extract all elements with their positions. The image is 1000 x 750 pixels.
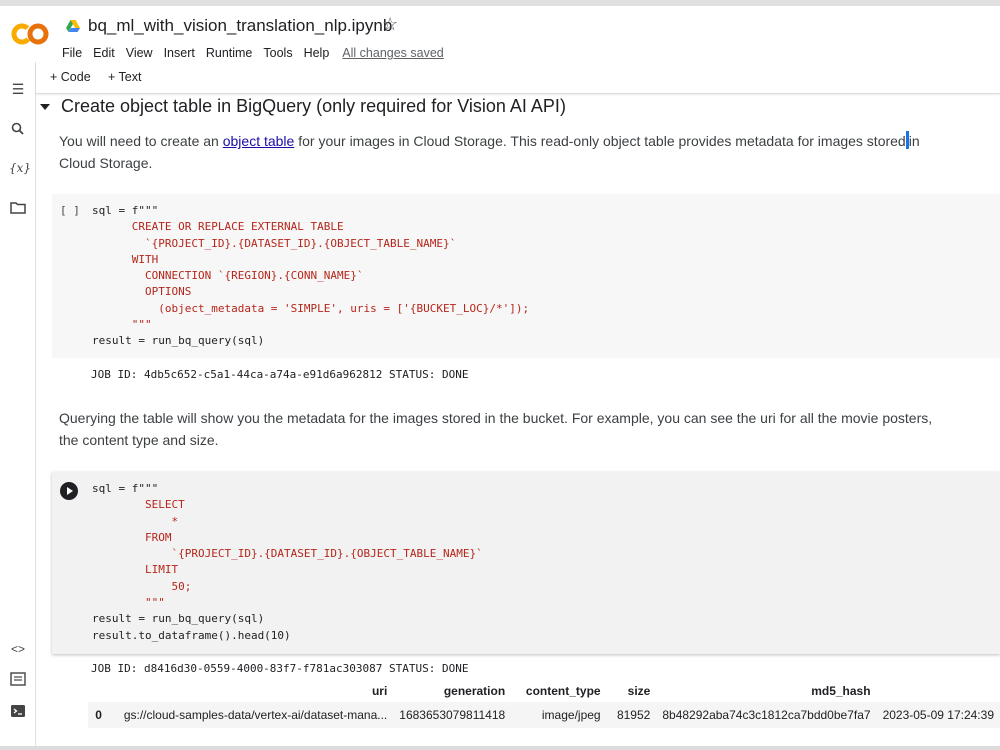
- google-drive-icon[interactable]: [66, 20, 80, 32]
- command-palette-icon[interactable]: [9, 670, 27, 688]
- table-cell: gs://cloud-samples-data/vertex-ai/datase…: [107, 702, 394, 728]
- code-line: 50;: [92, 579, 192, 593]
- text-segment: Cloud Storage.: [59, 155, 153, 171]
- text-segment: You will need to create an: [59, 133, 223, 149]
- table-header-row: uri generation content_type size md5_has…: [88, 680, 1000, 702]
- add-text-button[interactable]: + Text: [108, 70, 141, 84]
- cell-execution-status[interactable]: [ ]: [60, 204, 80, 217]
- code-snippets-icon[interactable]: <>: [9, 640, 27, 658]
- table-of-contents-icon[interactable]: ☰: [9, 80, 27, 98]
- code-line: CONNECTION `{REGION}.{CONN_NAME}`: [92, 269, 364, 283]
- table-header: content_type: [525, 684, 601, 698]
- menu-help[interactable]: Help: [304, 46, 330, 60]
- code-line: `{PROJECT_ID}.{DATASET_ID}.{OBJECT_TABLE…: [92, 547, 483, 561]
- code-line: LIMIT: [92, 563, 179, 577]
- code-editor[interactable]: sql = f""" CREATE OR REPLACE EXTERNAL TA…: [92, 203, 529, 350]
- menu-bar: File Edit View Insert Runtime Tools Help…: [62, 46, 455, 60]
- code-cell-select[interactable]: sql = f""" SELECT * FROM `{PROJECT_ID}.{…: [52, 472, 1000, 654]
- search-icon[interactable]: [9, 120, 27, 138]
- code-cell-create-table[interactable]: [ ] sql = f""" CREATE OR REPLACE EXTERNA…: [52, 194, 1000, 358]
- code-line: `{PROJECT_ID}.{DATASET_ID}.{OBJECT_TABLE…: [92, 236, 457, 250]
- text-cell-object-table[interactable]: You will need to create an object table …: [59, 130, 939, 174]
- collapse-caret-icon[interactable]: [40, 103, 50, 110]
- table-cell: image/jpeg: [511, 702, 607, 728]
- table-header: uri: [371, 684, 388, 698]
- text-cell-querying[interactable]: Querying the table will show you the met…: [59, 407, 959, 451]
- code-line: SELECT: [92, 498, 185, 512]
- dataframe-table: uri generation content_type size md5_has…: [88, 680, 1000, 728]
- table-header: md5_hash: [811, 684, 871, 698]
- cell-output: JOB ID: 4db5c652-c5a1-44ca-a74a-e91d6a96…: [91, 368, 469, 381]
- run-cell-button[interactable]: [60, 482, 78, 500]
- menu-view[interactable]: View: [126, 46, 153, 60]
- menu-insert[interactable]: Insert: [164, 46, 195, 60]
- code-line: result = run_bq_query(sql): [92, 334, 265, 348]
- table-row: 0 gs://cloud-samples-data/vertex-ai/data…: [88, 702, 1000, 728]
- code-line: """: [92, 596, 165, 610]
- code-line: """: [92, 318, 152, 332]
- table-header: generation: [443, 684, 506, 698]
- table-cell: 1683653079811418: [393, 702, 512, 728]
- table-header: size: [627, 684, 651, 698]
- menu-file[interactable]: File: [62, 46, 82, 60]
- code-line: *: [92, 514, 179, 528]
- text-segment: for your images in Cloud Storage. This r…: [294, 133, 906, 149]
- code-line: CREATE OR REPLACE EXTERNAL TABLE: [92, 220, 344, 234]
- code-line: OPTIONS: [92, 285, 192, 299]
- table-cell: 2023-05-09 17:24:39: [876, 702, 1000, 728]
- star-icon[interactable]: ☆: [382, 14, 398, 35]
- section-title: Create object table in BigQuery (only re…: [61, 96, 566, 116]
- variables-icon[interactable]: {x}: [9, 159, 31, 177]
- code-line: (object_metadata = 'SIMPLE', uris = ['{B…: [92, 301, 530, 315]
- code-line: sql = f""": [92, 482, 159, 495]
- code-editor[interactable]: sql = f""" SELECT * FROM `{PROJECT_ID}.{…: [92, 481, 483, 644]
- notebook-title[interactable]: bq_ml_with_vision_translation_nlp.ipynb: [88, 16, 392, 36]
- code-line: sql = f""": [92, 204, 159, 217]
- files-icon[interactable]: [9, 199, 27, 217]
- table-header: [88, 680, 108, 702]
- table-cell: 8b48292aba74c3c1812ca7bdd0be7fa7: [656, 702, 877, 728]
- cell-output: JOB ID: d8416d30-0559-4000-83f7-f781ac30…: [91, 662, 469, 675]
- add-code-button[interactable]: + Code: [50, 70, 91, 84]
- left-sidebar: ☰ {x} <>: [0, 62, 36, 750]
- object-table-link[interactable]: object table: [223, 133, 295, 149]
- text-segment: in: [908, 133, 920, 149]
- section-header[interactable]: Create object table in BigQuery (only re…: [38, 96, 566, 117]
- table-header: [877, 680, 1000, 702]
- table-cell: 0: [88, 702, 108, 728]
- colab-logo-icon[interactable]: [10, 20, 50, 48]
- bottom-border: [0, 746, 1000, 750]
- top-bar: bq_ml_with_vision_translation_nlp.ipynb …: [0, 0, 1000, 62]
- code-line: FROM: [92, 530, 172, 544]
- menu-tools[interactable]: Tools: [263, 46, 292, 60]
- menu-edit[interactable]: Edit: [93, 46, 115, 60]
- code-line: result = run_bq_query(sql): [92, 612, 265, 626]
- code-line: WITH: [92, 252, 159, 266]
- terminal-icon[interactable]: [9, 702, 27, 720]
- table-cell: 81952: [606, 702, 657, 728]
- cell-toolbar: + Code + Text: [36, 62, 1000, 94]
- text-segment: the content type and size.: [59, 432, 219, 448]
- save-status[interactable]: All changes saved: [342, 46, 443, 60]
- menu-runtime[interactable]: Runtime: [206, 46, 253, 60]
- text-segment: Querying the table will show you the met…: [59, 410, 933, 426]
- code-line: result.to_dataframe().head(10): [92, 628, 291, 642]
